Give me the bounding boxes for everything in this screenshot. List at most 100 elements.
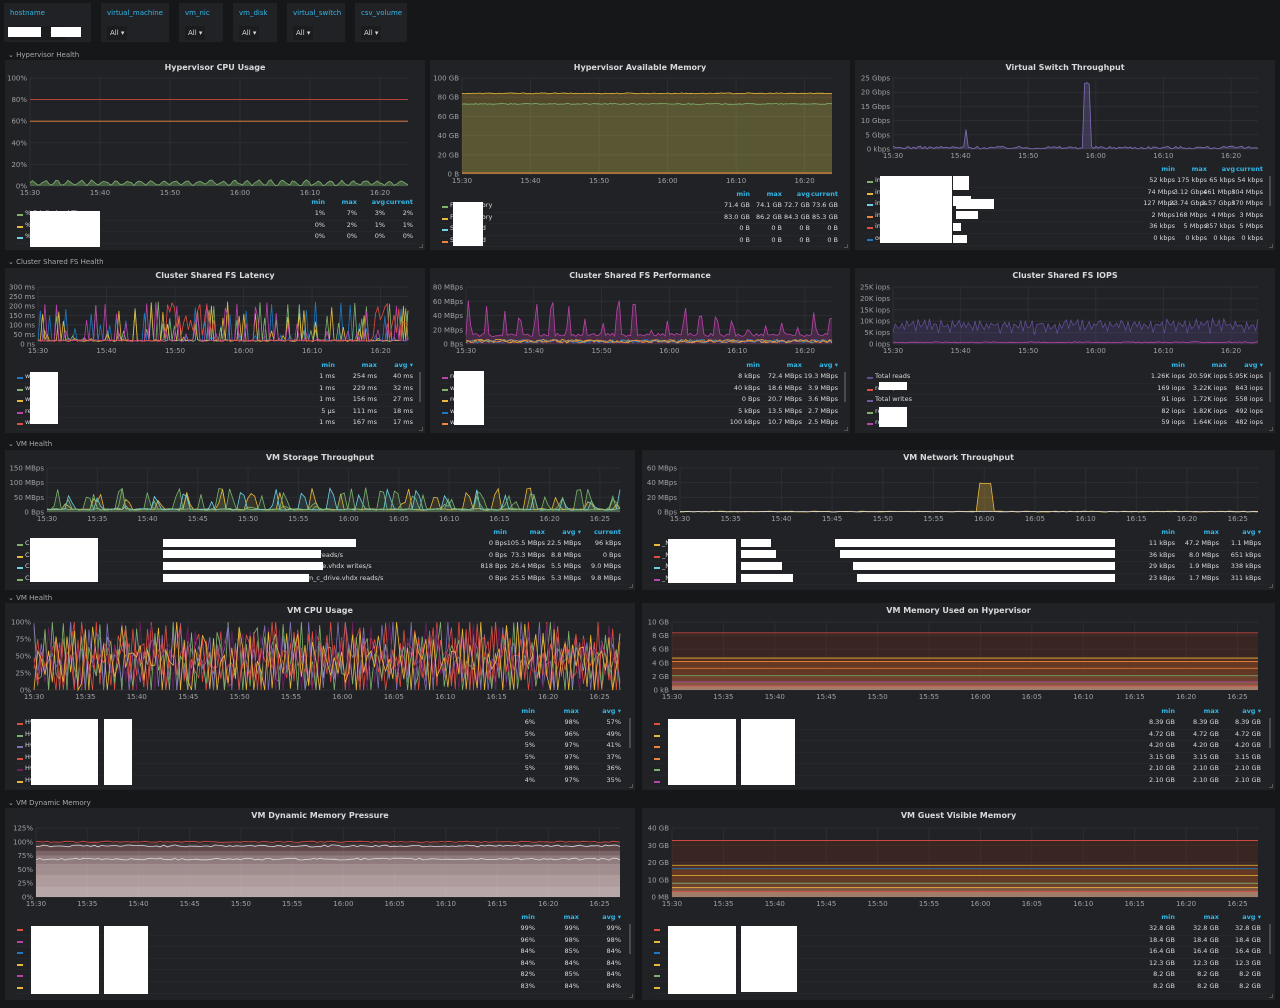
legend-column-header[interactable]: max bbox=[1204, 528, 1219, 536]
series-swatch[interactable] bbox=[17, 734, 23, 737]
legend-column-header[interactable]: max bbox=[1204, 707, 1219, 715]
series-swatch[interactable] bbox=[654, 986, 660, 989]
legend-row[interactable]: write1 ms229 ms32 ms bbox=[13, 384, 417, 396]
legend-column-header[interactable]: current bbox=[594, 528, 621, 536]
row-title[interactable]: ⌄ VM Health bbox=[8, 440, 52, 448]
legend-row[interactable]: read0 Bps20.7 MBps3.6 MBps bbox=[438, 395, 842, 407]
legend-row[interactable]: Swap Used0 B0 B0 B0 B bbox=[438, 224, 842, 236]
legend-column-header[interactable]: max bbox=[342, 198, 357, 206]
graph-panel[interactable]: VM CPU Usage 100% 75% 50% 25% 0% 15:30 15:35 15:… bbox=[5, 603, 635, 790]
series-swatch[interactable] bbox=[654, 734, 660, 737]
row-title[interactable]: ⌄ VM Health bbox=[8, 594, 52, 602]
legend-column-header[interactable]: current bbox=[1236, 165, 1263, 173]
series-swatch[interactable] bbox=[654, 567, 660, 570]
series-swatch[interactable] bbox=[867, 215, 873, 218]
legend-column-header[interactable]: avg ▾ bbox=[602, 913, 621, 921]
graph-panel[interactable]: Cluster Shared FS Latency 300 ms 250 ms 200… bbox=[5, 268, 425, 433]
series-swatch[interactable] bbox=[17, 780, 23, 783]
series-swatch[interactable] bbox=[654, 723, 660, 725]
series-swatch[interactable] bbox=[442, 377, 448, 379]
legend-column-header[interactable]: min bbox=[1171, 361, 1185, 369]
series-swatch[interactable] bbox=[17, 746, 23, 749]
series-swatch[interactable] bbox=[654, 746, 660, 749]
legend-column-header[interactable]: min bbox=[321, 361, 335, 369]
series-swatch[interactable] bbox=[17, 225, 23, 228]
legend-row[interactable]: read8 kBps72.4 MBps19.3 MBps bbox=[438, 372, 842, 384]
legend-row[interactable]: C:-ClusterStorage-vm_c_drive.vhdx reads/… bbox=[13, 574, 627, 586]
variable-dropdown[interactable]: All ▾ bbox=[239, 26, 260, 40]
variable-dropdown[interactable]: All ▾ bbox=[361, 26, 382, 40]
series-swatch[interactable] bbox=[867, 411, 873, 414]
legend-column-header[interactable]: avg ▾ bbox=[1242, 528, 1261, 536]
series-swatch[interactable] bbox=[17, 578, 23, 581]
legend-row[interactable]: reads/s82 iops1.82K iops492 iops bbox=[863, 407, 1267, 419]
graph-panel[interactable]: Hypervisor Available Memory 100 GB 80 GB 60… bbox=[430, 60, 850, 250]
graph-panel[interactable]: VM Memory Used on Hypervisor 10 GB 8 GB 6 G… bbox=[642, 603, 1275, 790]
legend-row[interactable]: reads/s169 iops3.22K iops843 iops bbox=[863, 384, 1267, 396]
legend-row[interactable]: read5 µs111 ms18 ms bbox=[13, 407, 417, 419]
series-swatch[interactable] bbox=[17, 940, 23, 943]
series-swatch[interactable] bbox=[17, 769, 23, 772]
legend-row[interactable]: write1 ms254 ms40 ms bbox=[13, 372, 417, 384]
legend-column-header[interactable]: avg bbox=[372, 198, 385, 206]
legend-scrollbar[interactable] bbox=[629, 924, 631, 954]
series-swatch[interactable] bbox=[867, 204, 873, 207]
series-swatch[interactable] bbox=[17, 963, 23, 966]
series-swatch[interactable] bbox=[442, 423, 448, 426]
legend-column-header[interactable]: min bbox=[736, 190, 750, 198]
row-title[interactable]: ⌄ Cluster Shared FS Health bbox=[8, 258, 104, 266]
legend-column-header[interactable]: current bbox=[811, 190, 838, 198]
legend-column-header[interactable]: min bbox=[1161, 707, 1175, 715]
series-swatch[interactable] bbox=[654, 975, 660, 978]
legend-scrollbar[interactable] bbox=[844, 372, 846, 402]
legend-column-header[interactable]: avg bbox=[1222, 165, 1235, 173]
graph-panel[interactable]: VM Guest Visible Memory 40 GB 30 GB 20 GB 10… bbox=[642, 808, 1275, 1000]
legend-row[interactable]: Free Memory71.4 GB74.1 GB72.7 GB73.6 GB bbox=[438, 201, 842, 213]
series-swatch[interactable] bbox=[654, 578, 660, 581]
legend-column-header[interactable]: avg bbox=[797, 190, 810, 198]
variable-dropdown[interactable]: All ▾ bbox=[107, 26, 128, 40]
legend-column-header[interactable]: avg ▾ bbox=[1244, 361, 1263, 369]
series-swatch[interactable] bbox=[17, 555, 23, 558]
series-swatch[interactable] bbox=[867, 388, 873, 391]
series-swatch[interactable] bbox=[867, 377, 873, 379]
series-swatch[interactable] bbox=[867, 227, 873, 230]
legend-column-header[interactable]: min bbox=[521, 707, 535, 715]
legend-column-header[interactable]: avg ▾ bbox=[562, 528, 581, 536]
legend-row[interactable]: write5 kBps13.5 MBps2.7 MBps bbox=[438, 407, 842, 419]
series-swatch[interactable] bbox=[17, 214, 23, 216]
series-swatch[interactable] bbox=[654, 780, 660, 783]
graph-panel[interactable]: Cluster Shared FS Performance 80 MBps 60 M… bbox=[430, 268, 850, 433]
series-swatch[interactable] bbox=[442, 240, 448, 243]
series-swatch[interactable] bbox=[17, 423, 23, 426]
legend-column-header[interactable]: max bbox=[767, 190, 782, 198]
series-swatch[interactable] bbox=[17, 723, 23, 725]
legend-column-header[interactable]: min bbox=[1161, 528, 1175, 536]
series-swatch[interactable] bbox=[17, 411, 23, 414]
legend-column-header[interactable]: max bbox=[362, 361, 377, 369]
series-swatch[interactable] bbox=[654, 940, 660, 943]
legend-row[interactable]: write1 ms156 ms27 ms bbox=[13, 395, 417, 407]
legend-column-header[interactable]: min bbox=[493, 528, 507, 536]
legend-column-header[interactable]: max bbox=[1204, 913, 1219, 921]
legend-column-header[interactable]: max bbox=[530, 528, 545, 536]
series-swatch[interactable] bbox=[17, 377, 23, 379]
series-swatch[interactable] bbox=[17, 567, 23, 570]
legend-column-header[interactable]: current bbox=[386, 198, 413, 206]
legend-row[interactable]: reads/s59 iops1.64K iops482 iops bbox=[863, 418, 1267, 430]
legend-column-header[interactable]: avg ▾ bbox=[602, 707, 621, 715]
series-swatch[interactable] bbox=[17, 986, 23, 989]
legend-column-header[interactable]: min bbox=[746, 361, 760, 369]
series-swatch[interactable] bbox=[17, 975, 23, 978]
legend-column-header[interactable]: avg ▾ bbox=[819, 361, 838, 369]
legend-scrollbar[interactable] bbox=[629, 718, 631, 748]
legend-row[interactable]: write40 kBps18.6 MBps3.9 MBps bbox=[438, 384, 842, 396]
series-swatch[interactable] bbox=[867, 192, 873, 195]
legend-row[interactable]: write1 ms167 ms17 ms bbox=[13, 418, 417, 430]
legend-column-header[interactable]: max bbox=[1212, 361, 1227, 369]
series-name[interactable]: Total writes bbox=[875, 395, 912, 403]
series-swatch[interactable] bbox=[17, 237, 23, 240]
legend-column-header[interactable]: max bbox=[564, 707, 579, 715]
legend-scrollbar[interactable] bbox=[1269, 372, 1271, 402]
legend-column-header[interactable]: min bbox=[1161, 913, 1175, 921]
